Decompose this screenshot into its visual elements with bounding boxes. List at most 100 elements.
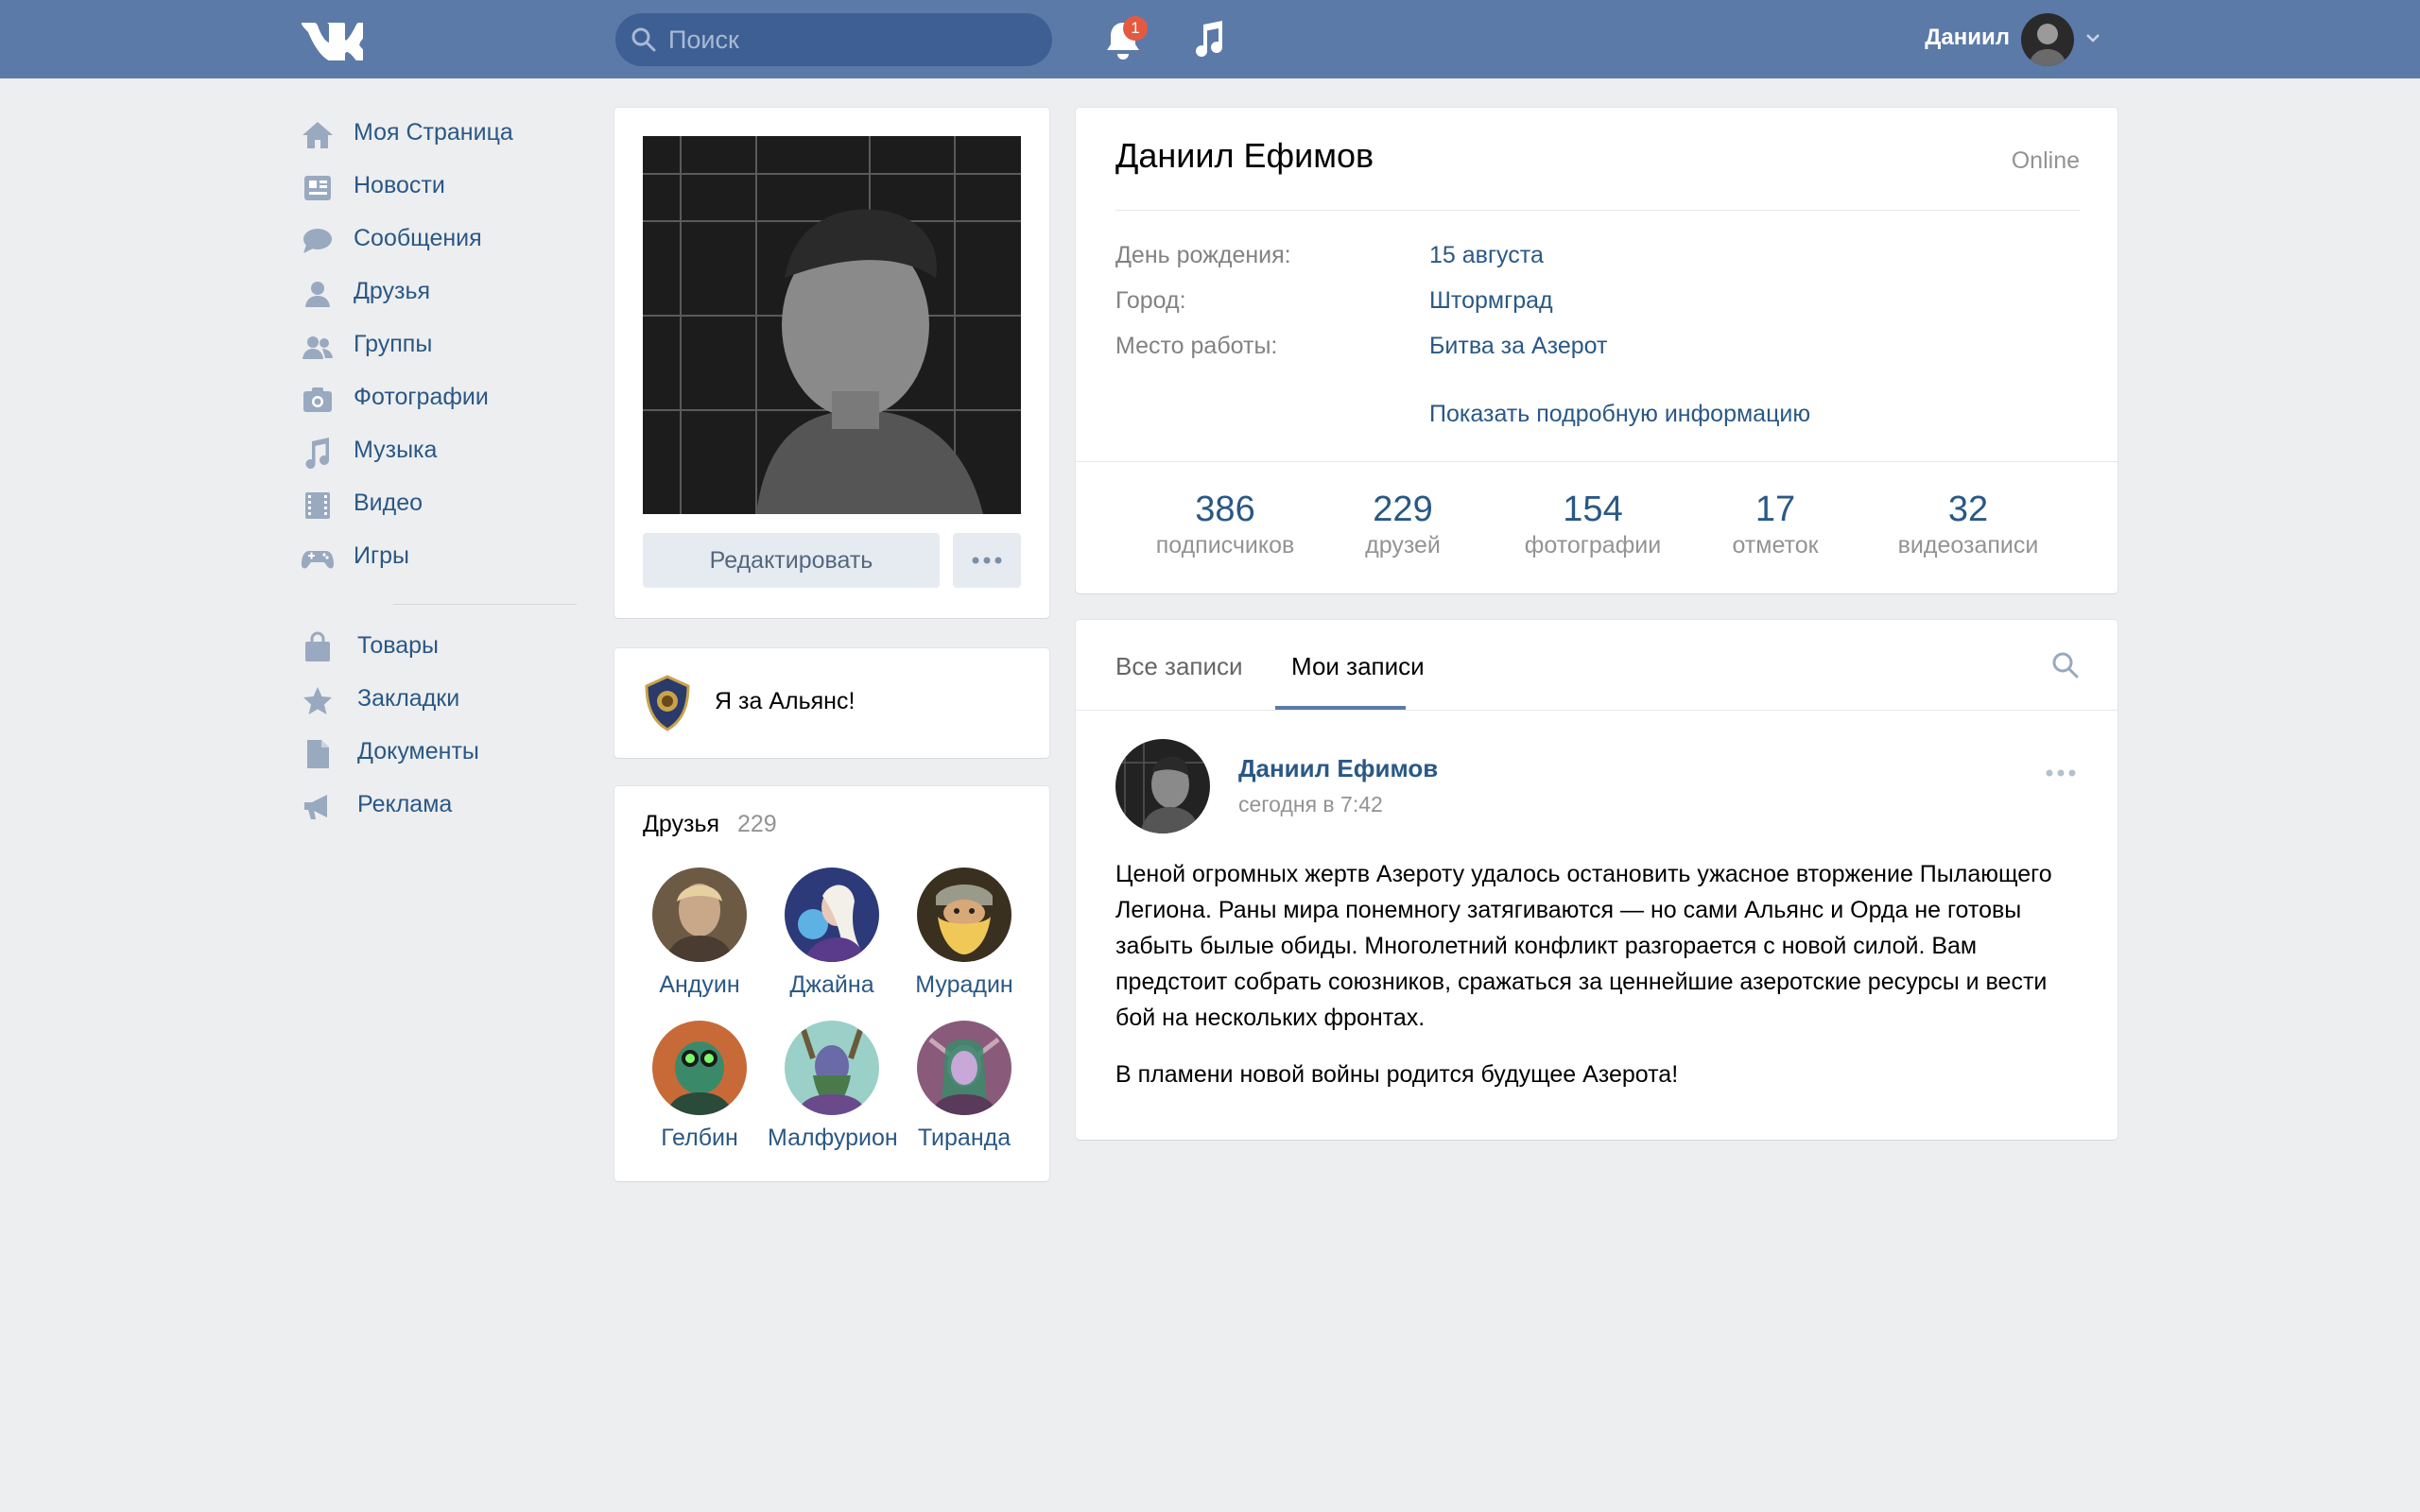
nav-item-news[interactable]: Новости	[301, 163, 577, 216]
nav-item-label: Фотографии	[354, 384, 489, 410]
nav-item-groups[interactable]: Группы	[301, 322, 577, 375]
post-author-name[interactable]: Даниил Ефимов	[1238, 754, 1438, 783]
tab-my-posts[interactable]: Мои записи	[1291, 652, 1425, 681]
friend-avatar[interactable]	[917, 1021, 1011, 1115]
friend-item[interactable]: Тиранда	[900, 1021, 1028, 1152]
profile-photo-image	[643, 136, 1021, 514]
gamepad-icon	[302, 551, 334, 569]
nav-divider	[393, 604, 577, 605]
nav-item-messages[interactable]: Сообщения	[301, 216, 577, 269]
friend-avatar[interactable]	[785, 868, 879, 962]
nav-item-music[interactable]: Музыка	[301, 428, 577, 481]
more-dots-icon	[972, 557, 1002, 564]
friend-avatar-image	[917, 868, 1011, 962]
camera-icon	[303, 387, 332, 412]
post-paragraph: В пламени новой войны родится будущее Аз…	[1115, 1061, 1679, 1088]
counter-followers[interactable]: 386 подписчиков	[1140, 490, 1310, 559]
divider	[1076, 461, 2118, 462]
avatar-image	[1115, 739, 1210, 833]
nav-item-label: Новости	[354, 172, 445, 198]
divider	[1115, 210, 2080, 211]
counter-number: 17	[1754, 490, 1796, 529]
friend-name[interactable]: Гелбин	[635, 1125, 764, 1152]
nav-item-bookmarks[interactable]: Закладки	[301, 677, 577, 730]
nav-item-friends[interactable]: Друзья	[301, 269, 577, 322]
friend-name[interactable]: Андуин	[635, 971, 764, 999]
friend-avatar-image	[917, 1021, 1011, 1115]
friends-title[interactable]: Друзья	[643, 811, 719, 838]
counter-number: 229	[1373, 490, 1433, 529]
profile-photo-card: Редактировать	[614, 108, 1049, 618]
counter-label: отметок	[1732, 532, 1819, 558]
info-value[interactable]: 15 августа	[1429, 242, 1544, 269]
search-icon[interactable]	[2051, 650, 2080, 680]
info-value[interactable]: Штормград	[1429, 287, 1553, 315]
home-icon	[302, 122, 333, 148]
friend-item[interactable]: Гелбин	[635, 1021, 764, 1152]
divider	[1076, 710, 2118, 711]
show-more-info-link[interactable]: Показать подробную информацию	[1429, 401, 1810, 428]
counter-label: подписчиков	[1155, 532, 1295, 558]
friend-avatar[interactable]	[917, 868, 1011, 962]
post-text: Ценой огромных жертв Азероту удалось ост…	[1115, 856, 2080, 1113]
nav-item-photos[interactable]: Фотографии	[301, 375, 577, 428]
avatar-image	[2021, 13, 2074, 66]
nav-item-label: Моя Страница	[354, 119, 513, 146]
nav-item-label: Документы	[357, 738, 479, 765]
nav-item-my-page[interactable]: Моя Страница	[301, 111, 577, 163]
post-author-avatar[interactable]	[1115, 739, 1210, 833]
chevron-down-icon[interactable]	[2084, 31, 2101, 44]
music-icon[interactable]	[1192, 19, 1226, 59]
friend-name[interactable]: Джайна	[768, 971, 896, 999]
counter-friends[interactable]: 229 друзей	[1346, 490, 1460, 559]
nav-item-label: Музыка	[354, 437, 438, 463]
vk-logo-icon[interactable]	[301, 17, 363, 60]
friend-item[interactable]: Джайна	[768, 868, 896, 999]
search-field[interactable]: Поиск	[615, 13, 1052, 66]
info-value[interactable]: Битва за Азерот	[1429, 333, 1607, 360]
friend-name[interactable]: Малфурион	[768, 1125, 898, 1152]
alliance-emblem-icon	[645, 675, 690, 731]
nav-item-video[interactable]: Видео	[301, 481, 577, 534]
user-avatar[interactable]	[2021, 13, 2074, 66]
friend-avatar[interactable]	[785, 1021, 879, 1115]
user-name[interactable]: Даниил	[1925, 25, 2010, 51]
search-placeholder: Поиск	[668, 26, 739, 54]
nav-item-goods[interactable]: Товары	[301, 624, 577, 677]
nav-item-documents[interactable]: Документы	[301, 730, 577, 782]
film-icon	[305, 492, 330, 519]
post-timestamp[interactable]: сегодня в 7:42	[1238, 792, 1383, 817]
counter-videos[interactable]: 32 видеозаписи	[1883, 490, 2053, 559]
info-key: Место работы:	[1115, 333, 1278, 359]
nav-item-ads[interactable]: Реклама	[301, 782, 577, 835]
tab-all-posts[interactable]: Все записи	[1115, 652, 1243, 681]
nav-item-label: Сообщения	[354, 225, 482, 251]
music-icon	[305, 438, 329, 469]
counter-tags[interactable]: 17 отметок	[1719, 490, 1832, 559]
more-dots-icon[interactable]	[2042, 767, 2080, 779]
friend-name[interactable]: Тиранда	[900, 1125, 1028, 1152]
status-text: Я за Альянс!	[715, 688, 855, 715]
counter-number: 154	[1563, 490, 1623, 529]
star-icon	[303, 687, 332, 714]
friend-avatar[interactable]	[652, 1021, 747, 1115]
friend-item[interactable]: Мурадин	[900, 868, 1028, 999]
top-bar: Поиск 1 Даниил	[0, 0, 2420, 78]
profile-more-button[interactable]	[953, 533, 1021, 588]
edit-profile-button[interactable]: Редактировать	[643, 533, 940, 588]
friend-item[interactable]: Андуин	[635, 868, 764, 999]
online-status: Online	[2011, 147, 2080, 174]
counter-number: 386	[1195, 490, 1255, 529]
friend-name[interactable]: Мурадин	[900, 971, 1028, 999]
search-icon	[631, 27, 656, 52]
nav-item-label: Группы	[354, 331, 433, 357]
friend-item[interactable]: Малфурион	[768, 1021, 898, 1152]
nav-item-label: Друзья	[354, 278, 431, 304]
friend-avatar[interactable]	[652, 868, 747, 962]
profile-photo[interactable]	[643, 136, 1021, 514]
megaphone-icon	[304, 795, 327, 819]
nav-item-games[interactable]: Игры	[301, 534, 577, 587]
nav-item-label: Закладки	[357, 685, 460, 712]
counter-photos[interactable]: 154 фотографии	[1512, 490, 1673, 559]
status-card: Я за Альянс!	[614, 648, 1049, 758]
